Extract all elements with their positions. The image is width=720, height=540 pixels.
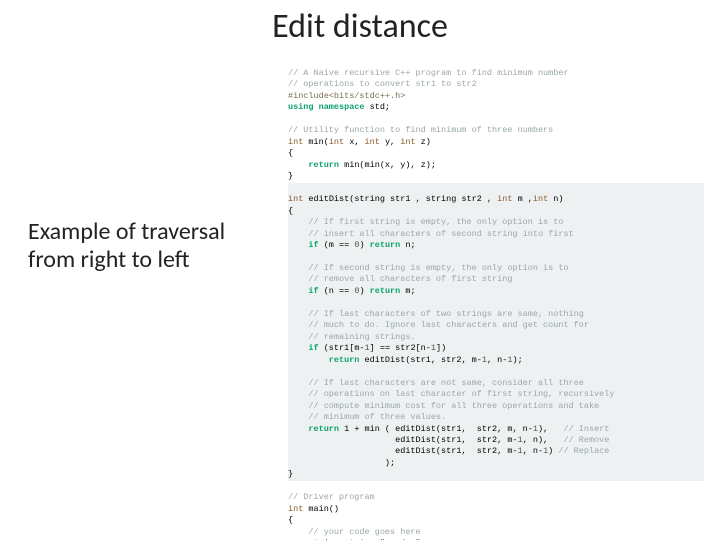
code-token: using namespace — [288, 102, 365, 112]
code-token: ); — [512, 355, 522, 365]
code-token: int — [288, 504, 303, 514]
code-token: main() — [303, 504, 339, 514]
code-token: // Replace — [558, 446, 609, 456]
code-token: 1 + min ( editDist(str1, str2, m, n- — [339, 424, 533, 434]
code-token: return — [288, 424, 339, 434]
code-token: if — [288, 286, 319, 296]
code-token: (n == — [319, 286, 355, 296]
slide: Edit distance Example of traversal from … — [0, 0, 720, 540]
code-line: // If last characters of two strings are… — [288, 309, 584, 319]
code-token: return — [288, 355, 359, 365]
code-line: // remaining strings. — [288, 332, 416, 342]
code-token: editDist(str1, str2, m- — [288, 446, 518, 456]
code-token: , n- — [523, 446, 543, 456]
code-token: editDist(string str1 , string str2 , — [303, 194, 497, 204]
code-token: min(min(x, y), z); — [339, 160, 436, 170]
code-token: int — [497, 194, 512, 204]
code-token: ]) — [436, 343, 446, 353]
code-line: ); — [288, 458, 395, 468]
code-token: int — [288, 137, 303, 147]
code-token: // Insert — [563, 424, 609, 434]
code-token: editDist(str1, str2, m- — [359, 355, 481, 365]
code-token: ] == str2[n- — [370, 343, 431, 353]
code-line: // much to do. Ignore last characters an… — [288, 320, 589, 330]
code-token: n) — [548, 194, 563, 204]
code-line: // insert all characters of second strin… — [288, 229, 574, 239]
code-token: , n), — [523, 435, 564, 445]
code-token: if — [288, 343, 319, 353]
code-token: int — [533, 194, 548, 204]
code-token: // Remove — [563, 435, 609, 445]
code-line: { — [288, 148, 293, 158]
code-token: int — [329, 137, 344, 147]
code-token: min( — [303, 137, 329, 147]
code-token: ) — [359, 240, 369, 250]
code-token: z) — [416, 137, 431, 147]
code-line: // Utility function to find minimum of t… — [288, 125, 553, 135]
code-token: (str1[m- — [319, 343, 365, 353]
code-token: int — [288, 194, 303, 204]
code-token: if — [288, 240, 319, 250]
code-snippet: // A Naive recursive C++ program to find… — [288, 68, 704, 536]
code-token: return — [288, 160, 339, 170]
code-line: #include<bits/stdc++.h> — [288, 91, 405, 101]
code-token: y, — [380, 137, 400, 147]
code-line: // operations on last character of first… — [288, 389, 614, 399]
code-token: return — [370, 286, 401, 296]
code-token: m , — [512, 194, 532, 204]
code-token: int — [400, 137, 415, 147]
code-token: m; — [400, 286, 415, 296]
code-line: // your code goes here — [288, 527, 421, 537]
code-token: (m == — [319, 240, 355, 250]
code-line: // If first string is empty, the only op… — [288, 217, 563, 227]
code-line: // operations to convert str1 to str2 — [288, 79, 477, 89]
side-description: Example of traversal from right to left — [28, 218, 228, 273]
highlighted-block: int editDist(string str1 , string str2 ,… — [288, 183, 704, 481]
code-line: // If second string is empty, the only o… — [288, 263, 569, 273]
code-line: // compute minimum cost for all three op… — [288, 401, 599, 411]
code-token: std; — [365, 102, 391, 112]
code-line: } — [288, 469, 293, 479]
code-token: int — [365, 137, 380, 147]
code-token: n; — [400, 240, 415, 250]
code-line: // minimum of three values. — [288, 412, 446, 422]
code-token: ), — [538, 424, 564, 434]
code-line: { — [288, 206, 293, 216]
code-line: // A Naive recursive C++ program to find… — [288, 68, 569, 78]
slide-title: Edit distance — [0, 6, 720, 47]
code-line: // Driver program — [288, 492, 375, 502]
code-line: { — [288, 515, 293, 525]
code-token: return — [370, 240, 401, 250]
code-line: // If last characters are not same, cons… — [288, 378, 584, 388]
code-token: x, — [344, 137, 364, 147]
code-line: // remove all characters of first string — [288, 274, 512, 284]
code-token: editDist(str1, str2, m- — [288, 435, 518, 445]
code-token: , n- — [487, 355, 507, 365]
code-token: ) — [548, 446, 558, 456]
code-line: } — [288, 171, 293, 181]
code-token: ) — [359, 286, 369, 296]
